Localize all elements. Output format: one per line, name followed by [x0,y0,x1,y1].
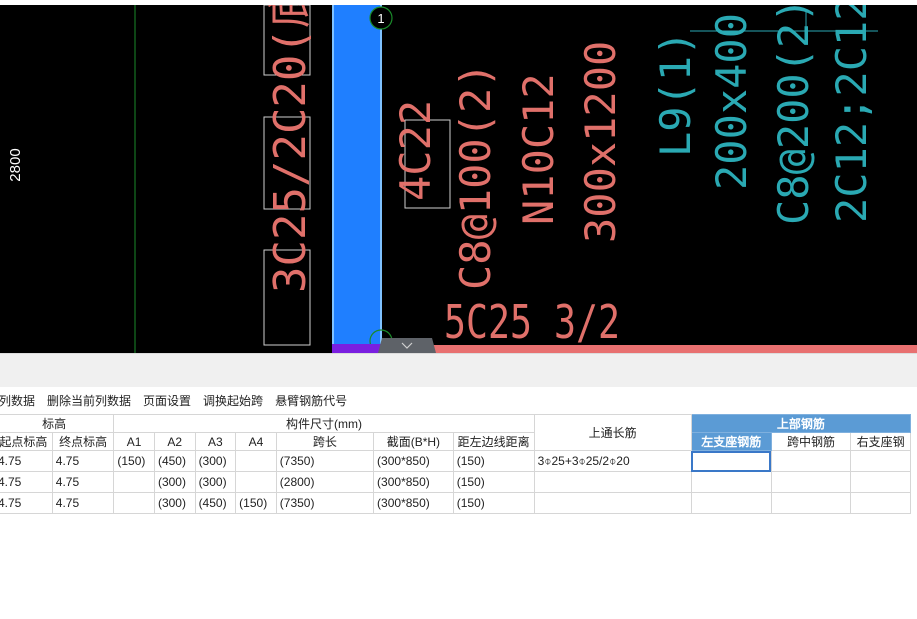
cell-span[interactable]: (2800) [275,471,375,493]
stirrup-text: C8@100(2) [451,62,500,290]
group-header-dimensions: 构件尺寸(mm) [113,414,535,433]
col-a2: A2 [153,432,196,451]
section-size-text: 300x1200 [576,41,625,243]
cell-end[interactable]: 4.75 [51,471,115,493]
cell-mid[interactable] [770,492,852,514]
col-a4: A4 [235,432,277,451]
col-left-support: 左支座钢筋 [690,432,772,451]
cell-a1[interactable] [113,471,155,493]
side-rebar-text: N10C12 [514,73,563,225]
cell-a3[interactable]: (300) [194,450,237,472]
group-header-top-rebar: 上部钢筋 [690,414,912,433]
table-toolbar: 列数据 删除当前列数据 页面设置 调换起始跨 悬臂钢筋代号 [0,388,917,412]
toolbar-delete-column-data[interactable]: 删除当前列数据 [47,392,131,409]
beam-rebar-text: 3C25/2C20(底) [265,5,316,293]
table-row: 4.75 4.75 (300) (300) (2800) (300*850) (… [0,471,911,493]
splitter-band [0,353,917,387]
cell-through[interactable] [533,492,692,514]
cell-start[interactable]: 4.75 [0,492,53,514]
col-section: 截面(B*H) [373,432,454,451]
column-header-row: 起点标高 终点标高 A1 A2 A3 A4 跨长 截面(B*H) 距左边线距离 … [0,432,911,451]
beam-name-text: L9(1) [651,31,700,157]
cell-left-support-selected[interactable] [690,450,772,472]
cell-mid[interactable] [770,450,852,472]
cell-a1[interactable] [113,492,155,514]
beam-stirrup-text: C8@200(2) [769,5,818,225]
cell-end[interactable]: 4.75 [51,450,115,472]
col-mid-span: 跨中钢筋 [770,432,852,451]
table-row: 4.75 4.75 (150) (450) (300) (7350) (300*… [0,450,911,472]
cell-a2[interactable]: (300) [153,492,196,514]
table-row: 4.75 4.75 (300) (450) (150) (7350) (300*… [0,492,911,514]
cell-section[interactable]: (300*850) [373,450,454,472]
cad-drawing: 2800 1 3C25/2C20(底) 4C22 C8@100(2) N10C1… [7,5,917,353]
cell-left[interactable] [690,471,772,493]
cell-a3[interactable]: (450) [194,492,237,514]
group-header-top-through: 上通长筋 [533,414,692,451]
cell-right[interactable] [850,471,911,493]
col-span: 跨长 [275,432,375,451]
cell-a2[interactable]: (450) [153,450,196,472]
cell-a3[interactable]: (300) [194,471,237,493]
toolbar-swap-start-span[interactable]: 调换起始跨 [203,392,263,409]
cell-a1[interactable]: (150) [113,450,155,472]
cell-mid[interactable] [770,471,852,493]
cell-through[interactable] [533,471,692,493]
span-indicator-purple [332,344,382,353]
col-right-support: 右支座钢 [850,432,911,451]
collapse-handle[interactable] [378,338,436,353]
cell-end[interactable]: 4.75 [51,492,115,514]
beam-rebar-text: 4C22 [391,100,440,201]
group-header-row: 标高 构件尺寸(mm) 上通长筋 上部钢筋 [0,414,912,451]
beam-rebar-text-cyan: 2C12;2C12 [827,5,876,223]
toolbar-column-data[interactable]: 列数据 [0,392,35,409]
cell-a4[interactable] [235,450,277,472]
bottom-rebar-text: 5C25 3/2 [444,295,620,349]
cell-a4[interactable] [235,471,277,493]
dimension-label: 2800 [7,148,24,181]
cell-dist[interactable]: (150) [452,450,535,472]
col-start-elev: 起点标高 [0,432,53,451]
toolbar-cantilever-code[interactable]: 悬臂钢筋代号 [275,392,347,409]
col-a3: A3 [194,432,237,451]
cell-right[interactable] [850,492,911,514]
span-indicator-salmon [382,345,917,353]
col-a1: A1 [113,432,155,451]
cell-dist[interactable]: (150) [452,471,535,493]
cell-a4[interactable]: (150) [235,492,277,514]
cell-span[interactable]: (7350) [275,492,375,514]
cad-drawing-canvas[interactable]: 2800 1 3C25/2C20(底) 4C22 C8@100(2) N10C1… [0,5,917,353]
group-header-elevation: 标高 [0,414,115,433]
cell-through[interactable]: 3⌽25+3⌽25/2⌽20 [533,450,692,472]
cell-section[interactable]: (300*850) [373,492,454,514]
cell-section[interactable]: (300*850) [373,471,454,493]
beam-span-table: 标高 构件尺寸(mm) 上通长筋 上部钢筋 起点标高 终点标高 A1 A2 A3… [0,414,912,514]
axis-marker-label: 1 [377,11,384,26]
toolbar-page-setup[interactable]: 页面设置 [143,392,191,409]
beam-size-text: 200x400 [707,13,756,190]
cell-start[interactable]: 4.75 [0,450,53,472]
cell-dist[interactable]: (150) [452,492,535,514]
cell-a2[interactable]: (300) [153,471,196,493]
col-left-dist: 距左边线距离 [452,432,535,451]
selected-beam[interactable] [332,5,382,345]
col-end-elev: 终点标高 [51,432,115,451]
cell-span[interactable]: (7350) [275,450,375,472]
cell-start[interactable]: 4.75 [0,471,53,493]
cell-left[interactable] [690,492,772,514]
cell-right[interactable] [850,450,911,472]
